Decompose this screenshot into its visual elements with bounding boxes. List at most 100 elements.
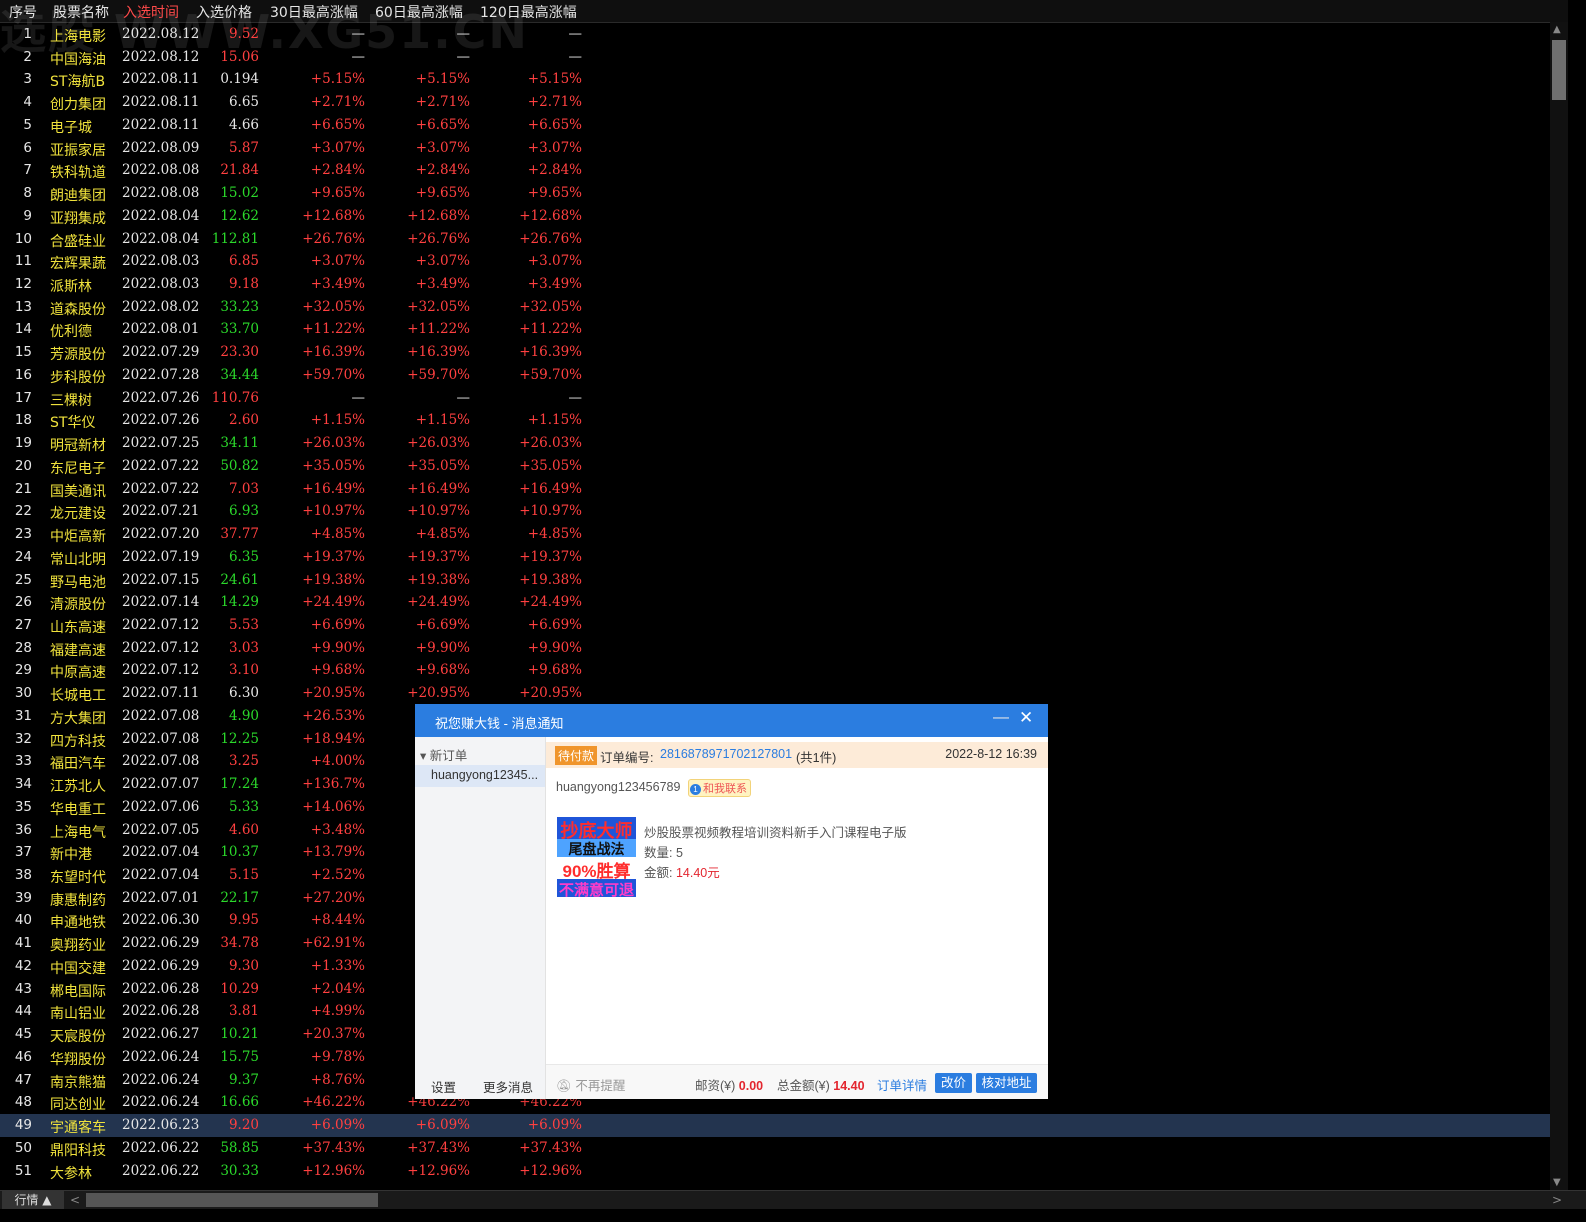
- table-row[interactable]: 13 道森股份 2022.08.02 33.23 +32.05% +32.05% +32.0…: [0, 296, 1568, 319]
- row-index: 34: [14, 776, 32, 793]
- contact-me-button[interactable]: 1 和我联系: [688, 779, 751, 797]
- close-icon[interactable]: ✕: [1019, 708, 1033, 728]
- select-date: 2022.07.22: [122, 457, 200, 474]
- gain-120d: +1.15%: [527, 412, 582, 429]
- table-row[interactable]: 23 中炬高新 2022.07.20 37.77 +4.85% +4.85% +4.85%: [0, 523, 1568, 546]
- table-row[interactable]: 49 宇通客车 2022.06.23 9.20 +6.09% +6.09% +6.09%: [0, 1114, 1568, 1137]
- product-image[interactable]: 抄底大师 尾盘战法 90%胜算 不满意可退: [557, 817, 636, 897]
- gain-30d: +1.33%: [310, 957, 365, 974]
- table-row[interactable]: 2 中国海油 2022.08.12 15.06 — — —: [0, 46, 1568, 69]
- col-header-gain-120[interactable]: 120日最高涨幅: [480, 2, 577, 22]
- select-price: 10.29: [220, 980, 259, 997]
- select-price: 4.90: [228, 707, 259, 724]
- gain-30d: +3.07%: [310, 139, 365, 156]
- table-row[interactable]: 51 大参林 2022.06.22 30.33 +12.96% +12.96% +12.96…: [0, 1160, 1568, 1183]
- col-header-gain-60[interactable]: 60日最高涨幅: [375, 2, 463, 22]
- scroll-up-icon[interactable]: ▲: [1553, 24, 1561, 35]
- col-header-select-time[interactable]: 入选时间: [123, 2, 179, 22]
- popup-sidebar: ▾ 新订单 huangyong12345... 设置 更多消息: [415, 737, 546, 1099]
- settings-link[interactable]: 设置: [431, 1077, 456, 1096]
- gain-60d: +16.49%: [407, 480, 470, 497]
- table-row[interactable]: 9 亚翔集成 2022.08.04 12.62 +12.68% +12.68% +12.68…: [0, 205, 1568, 228]
- table-row[interactable]: 7 铁科轨道 2022.08.08 21.84 +2.84% +2.84% +2.84%: [0, 159, 1568, 182]
- select-date: 2022.07.28: [122, 366, 200, 383]
- scroll-left-icon[interactable]: <: [70, 1191, 80, 1209]
- gain-30d: +35.05%: [302, 457, 365, 474]
- vertical-scrollbar[interactable]: ▲ ▼: [1550, 22, 1568, 1190]
- select-price: 9.30: [228, 957, 259, 974]
- select-date: 2022.06.22: [122, 1139, 200, 1156]
- select-price: 5.53: [228, 616, 259, 633]
- verify-address-button[interactable]: 核对地址: [976, 1073, 1037, 1093]
- minimize-icon[interactable]: —: [993, 709, 1009, 727]
- gain-30d: +3.49%: [310, 276, 365, 293]
- horizontal-scroll-thumb[interactable]: [86, 1193, 378, 1207]
- gain-60d: +6.65%: [415, 116, 470, 133]
- col-header-index[interactable]: 序号: [9, 2, 37, 22]
- col-header-gain-30[interactable]: 30日最高涨幅: [270, 2, 358, 22]
- scroll-down-icon[interactable]: ▼: [1553, 1177, 1561, 1188]
- change-price-button[interactable]: 改价: [935, 1073, 972, 1093]
- table-row[interactable]: 50 鼎阳科技 2022.06.22 58.85 +37.43% +37.43% +37.4…: [0, 1137, 1568, 1160]
- select-date: 2022.07.19: [122, 548, 200, 565]
- select-date: 2022.07.12: [122, 616, 200, 633]
- table-row[interactable]: 19 明冠新材 2022.07.25 34.11 +26.03% +26.03% +26.0…: [0, 432, 1568, 455]
- popup-titlebar[interactable]: 祝您赚大钱 - 消息通知 — ✕: [415, 704, 1048, 737]
- select-date: 2022.08.04: [122, 230, 200, 247]
- row-index: 39: [14, 889, 32, 906]
- table-row[interactable]: 26 清源股份 2022.07.14 14.29 +24.49% +24.49% +24.4…: [0, 591, 1568, 614]
- table-row[interactable]: 28 福建高速 2022.07.12 3.03 +9.90% +9.90% +9.90%: [0, 637, 1568, 660]
- gain-30d: +12.96%: [302, 1162, 365, 1179]
- table-row[interactable]: 3 ST海航B 2022.08.11 0.194 +5.15% +5.15% +5.15%: [0, 68, 1568, 91]
- table-row[interactable]: 30 长城电工 2022.07.11 6.30 +20.95% +20.95% +20.95…: [0, 682, 1568, 705]
- select-price: 34.11: [220, 435, 259, 452]
- gain-30d: —: [351, 26, 366, 42]
- no-remind-toggle[interactable]: 🔕︎ 不再提醒: [556, 1075, 625, 1094]
- table-row[interactable]: 25 野马电池 2022.07.15 24.61 +19.38% +19.38% +19.3…: [0, 569, 1568, 592]
- order-number-link[interactable]: 2816878971702127801: [660, 747, 792, 761]
- select-price: 2.60: [228, 412, 259, 429]
- col-header-name[interactable]: 股票名称: [53, 2, 109, 22]
- tab-market[interactable]: 行情 ▲: [2, 1191, 64, 1209]
- table-row[interactable]: 11 宏辉果蔬 2022.08.03 6.85 +3.07% +3.07% +3.07%: [0, 250, 1568, 273]
- gain-120d: +20.95%: [519, 685, 582, 702]
- select-date: 2022.08.12: [122, 26, 200, 42]
- col-header-select-price[interactable]: 入选价格: [196, 2, 252, 22]
- table-row[interactable]: 4 创力集团 2022.08.11 6.65 +2.71% +2.71% +2.71%: [0, 91, 1568, 114]
- row-index: 15: [14, 344, 32, 361]
- sidebar-group-new-orders[interactable]: ▾ 新订单: [420, 745, 467, 764]
- order-detail-link[interactable]: 订单详情: [877, 1075, 927, 1094]
- table-row[interactable]: 21 国美通讯 2022.07.22 7.03 +16.49% +16.49% +16.49…: [0, 478, 1568, 501]
- select-date: 2022.06.24: [122, 1071, 200, 1088]
- table-row[interactable]: 27 山东高速 2022.07.12 5.53 +6.69% +6.69% +6.69%: [0, 614, 1568, 637]
- table-row[interactable]: 1 上海电影 2022.08.12 9.52 — — —: [0, 23, 1568, 46]
- select-date: 2022.06.29: [122, 957, 200, 974]
- gain-30d: +27.20%: [302, 889, 365, 906]
- select-date: 2022.06.28: [122, 980, 200, 997]
- select-price: 6.85: [228, 253, 259, 270]
- table-row[interactable]: 18 ST华仪 2022.07.26 2.60 +1.15% +1.15% +1.15%: [0, 409, 1568, 432]
- more-messages-link[interactable]: 更多消息: [483, 1077, 533, 1096]
- table-row[interactable]: 22 龙元建设 2022.07.21 6.93 +10.97% +10.97% +10.97…: [0, 500, 1568, 523]
- gain-30d: +16.39%: [302, 344, 365, 361]
- row-index: 42: [14, 957, 32, 974]
- table-row[interactable]: 24 常山北明 2022.07.19 6.35 +19.37% +19.37% +19.37…: [0, 546, 1568, 569]
- table-row[interactable]: 29 中原高速 2022.07.12 3.10 +9.68% +9.68% +9.68%: [0, 659, 1568, 682]
- row-index: 31: [14, 707, 32, 724]
- scroll-thumb[interactable]: [1552, 40, 1566, 100]
- gain-120d: —: [568, 389, 583, 406]
- table-row[interactable]: 10 合盛硅业 2022.08.04 112.81 +26.76% +26.76% +26.…: [0, 228, 1568, 251]
- table-row[interactable]: 16 步科股份 2022.07.28 34.44 +59.70% +59.70% +59.7…: [0, 364, 1568, 387]
- table-row[interactable]: 12 派斯林 2022.08.03 9.18 +3.49% +3.49% +3.49%: [0, 273, 1568, 296]
- table-row[interactable]: 5 电子城 2022.08.11 4.66 +6.65% +6.65% +6.65%: [0, 114, 1568, 137]
- table-row[interactable]: 17 三棵树 2022.07.26 110.76 — — —: [0, 387, 1568, 410]
- table-row[interactable]: 8 朗迪集团 2022.08.08 15.02 +9.65% +9.65% +9.65%: [0, 182, 1568, 205]
- bottom-bar: 行情 ▲ < >: [0, 1190, 1586, 1209]
- product-title[interactable]: 炒股股票视频教程培训资料新手入门课程电子版: [644, 822, 907, 841]
- table-row[interactable]: 6 亚振家居 2022.08.09 5.87 +3.07% +3.07% +3.07%: [0, 137, 1568, 160]
- table-row[interactable]: 20 东尼电子 2022.07.22 50.82 +35.05% +35.05% +35.0…: [0, 455, 1568, 478]
- sidebar-item-buyer[interactable]: huangyong12345...: [415, 765, 545, 787]
- scroll-right-icon[interactable]: >: [1552, 1191, 1562, 1209]
- table-row[interactable]: 14 优利德 2022.08.01 33.70 +11.22% +11.22% +11.22…: [0, 318, 1568, 341]
- table-row[interactable]: 15 芳源股份 2022.07.29 23.30 +16.39% +16.39% +16.3…: [0, 341, 1568, 364]
